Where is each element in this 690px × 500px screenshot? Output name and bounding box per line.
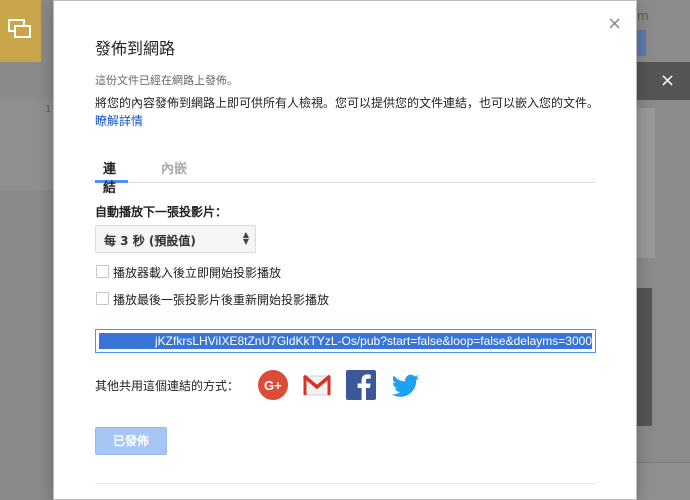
publish-url-field[interactable]: jKZfkrsLHViIXE8tZnU7GldKkTYzL-Os/pub?sta… [95, 329, 596, 353]
bottom-divider [95, 483, 596, 484]
dialog-title: 發佈到網路 [95, 39, 176, 58]
start-on-load-checkbox[interactable] [96, 265, 109, 278]
publish-url-value: jKZfkrsLHViIXE8tZnU7GldKkTYzL-Os/pub?sta… [155, 334, 592, 348]
slides-logo-icon [8, 19, 31, 38]
tab-bar: 連結 內嵌 [95, 156, 596, 196]
background-share-button [637, 30, 646, 56]
loop-label: 播放最後一張投影片後重新開始投影播放 [113, 293, 330, 307]
gmail-icon[interactable] [302, 370, 332, 400]
background-panel [637, 108, 655, 258]
twitter-icon[interactable] [389, 370, 419, 400]
background-close-icon: × [660, 70, 676, 91]
autoplay-select-value: 每 3 秒 (預設值) [104, 234, 196, 248]
publish-url-selected-text: jKZfkrsLHViIXE8tZnU7GldKkTYzL-Os/pub?sta… [99, 333, 592, 349]
background-account-initial: m [637, 9, 649, 23]
background-bottom-panel [637, 462, 690, 500]
svg-text:G+: G+ [264, 378, 282, 393]
tab-embed[interactable]: 內嵌 [161, 158, 187, 183]
background-filmstrip [0, 0, 53, 500]
tab-link[interactable]: 連結 [95, 158, 128, 196]
description-text: 將您的內容發佈到網路上即可供所有人檢視。您可以提供您的文件連結，也可以嵌入您的文… [95, 96, 600, 110]
published-button[interactable]: 已發佈 [95, 427, 167, 455]
select-arrows-icon: ▲ ▼ [242, 230, 249, 246]
share-label: 其他共用這個連結的方式： [95, 379, 240, 393]
publish-dialog: 發佈到網路 × 這份文件已經在網路上發佈。 將您的內容發佈到網路上即可供所有人檢… [53, 0, 637, 500]
loop-checkbox[interactable] [96, 292, 109, 305]
start-on-load-label: 播放器載入後立即開始投影播放 [113, 266, 282, 280]
dialog-description: 將您的內容發佈到網路上即可供所有人檢視。您可以提供您的文件連結，也可以嵌入您的文… [95, 94, 605, 130]
google-plus-icon[interactable]: G+ [258, 370, 288, 400]
background-scrollbar [637, 288, 652, 426]
background-slide-number: 1 [45, 104, 52, 115]
close-icon[interactable]: × [607, 15, 622, 33]
publish-status: 這份文件已經在網路上發佈。 [95, 74, 238, 87]
learn-more-link[interactable]: 瞭解詳情 [95, 114, 143, 128]
slides-logo [0, 0, 41, 62]
autoplay-label: 自動播放下一張投影片： [95, 205, 228, 219]
autoplay-select[interactable]: 每 3 秒 (預設值) ▲ ▼ [95, 225, 256, 253]
facebook-icon[interactable] [346, 370, 376, 400]
